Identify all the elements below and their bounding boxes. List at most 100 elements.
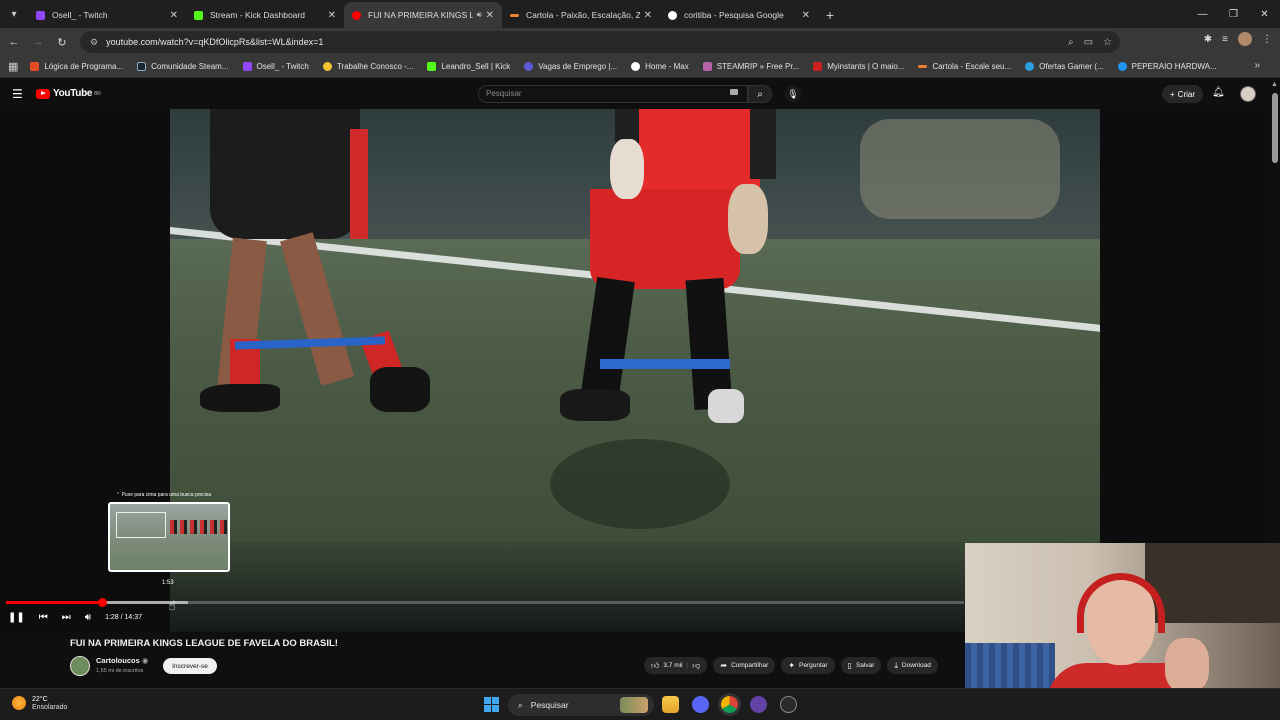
channel-name[interactable]: Cartoloucos ◉ — [96, 656, 148, 665]
tab-twitch[interactable]: Osell_ - Twitch ✕ — [28, 2, 186, 28]
keyboard-icon[interactable] — [730, 89, 738, 95]
create-button[interactable]: + Criar — [1162, 85, 1204, 103]
restore-icon[interactable]: ❐ — [1218, 0, 1249, 28]
hamburger-menu-icon[interactable]: ☰ — [12, 87, 23, 101]
bookmark-icon: ▯ — [847, 661, 852, 670]
volume-icon[interactable]: 🔊︎ — [85, 612, 91, 623]
twitch-app-icon[interactable] — [750, 696, 767, 713]
bookmark-item[interactable]: PEPERAIO HARDWA... — [1117, 62, 1217, 71]
taskbar-search[interactable]: ⌕ Pesquisar — [508, 694, 654, 716]
seek-preview-time: 1:53 — [162, 580, 174, 586]
voice-search-icon[interactable]: 🎙︎ — [784, 85, 802, 103]
player-glove-right — [728, 184, 768, 254]
more-bookmarks-icon[interactable]: » — [1254, 60, 1260, 71]
weather-widget[interactable]: 22°C Ensolarado — [12, 695, 67, 711]
video-shadow — [550, 439, 730, 529]
forward-icon[interactable]: → — [26, 30, 50, 54]
bookmark-item[interactable]: Comunidade Steam... — [137, 62, 229, 71]
scroll-up-icon[interactable]: ▲ — [1271, 81, 1278, 88]
tab-google[interactable]: coritiba - Pesquisa Google ✕ — [660, 2, 818, 28]
url-text: youtube.com/watch?v=qKDfOlicpRs&list=WL&… — [106, 37, 324, 47]
channel-avatar[interactable] — [70, 656, 90, 676]
menu-kebab-icon[interactable]: ⋮ — [1262, 34, 1272, 45]
youtube-search-input[interactable]: Pesquisar — [478, 85, 748, 103]
save-button[interactable]: ▯ Salvar — [840, 657, 882, 674]
bookmark-item[interactable]: Vagas de Emprego |... — [524, 62, 617, 71]
preview-goal-net — [116, 512, 166, 538]
tab-cartola[interactable]: Cartola - Paixão, Escalação, Zo ✕ — [502, 2, 660, 28]
close-window-icon[interactable]: ✕ — [1249, 0, 1280, 28]
close-icon[interactable]: ✕ — [802, 10, 810, 21]
sun-icon — [12, 696, 26, 710]
share-icon: ➦ — [720, 661, 728, 670]
player-controls: ❚❚ ⏮ ⏭ 🔊︎ 1:28 / 14:37 — [8, 609, 142, 625]
bookmark-item[interactable]: STEAMRIP » Free Pr... — [702, 62, 799, 71]
like-button[interactable]: 👍︎ 3,7 mil | 👎︎ — [644, 657, 708, 674]
extensions-icon[interactable]: ✱ — [1204, 34, 1212, 45]
bookmark-favicon-icon — [322, 62, 332, 71]
close-icon[interactable]: ✕ — [644, 10, 652, 21]
speaker-icon[interactable]: 🔊︎ — [477, 10, 482, 20]
scrollbar-thumb[interactable] — [1272, 93, 1278, 163]
bookmark-item[interactable]: Osell_ - Twitch — [242, 62, 309, 71]
close-icon[interactable]: ✕ — [328, 10, 336, 21]
account-avatar[interactable] — [1240, 86, 1256, 102]
file-explorer-icon[interactable] — [662, 696, 679, 713]
apps-grid-icon[interactable]: ▦ — [8, 60, 18, 73]
zoom-icon[interactable]: ⌕ — [1068, 37, 1074, 48]
kick-favicon-icon — [194, 10, 203, 20]
cast-icon[interactable]: ▭ — [1084, 37, 1093, 48]
tab-kick[interactable]: Stream - Kick Dashboard ✕ — [186, 2, 344, 28]
pause-icon[interactable]: ❚❚ — [8, 612, 25, 623]
windows-start-icon[interactable] — [484, 697, 499, 712]
minimize-icon[interactable]: — — [1187, 0, 1218, 28]
bookmark-item[interactable]: Trabalhe Conosco -... — [322, 62, 413, 71]
search-highlight-image — [620, 697, 648, 713]
bookmark-item[interactable]: Myinstants | O maio... — [813, 62, 904, 71]
reading-list-icon[interactable]: ≡ — [1222, 34, 1228, 45]
site-info-icon[interactable]: ⚙ — [90, 37, 98, 48]
steam-icon[interactable] — [780, 696, 797, 713]
share-button[interactable]: ➦ Compartilhar — [713, 657, 776, 674]
bookmark-item[interactable]: Lógica de Programa... — [30, 62, 123, 71]
download-icon: ⤓ — [894, 660, 898, 670]
omnibox-actions: ⌕ ▭ ☆ — [1068, 31, 1112, 53]
thumbs-up-icon: 👍︎ — [651, 660, 660, 670]
notifications-bell-icon[interactable]: 🔔︎ — [1212, 87, 1225, 98]
ask-button[interactable]: ✦ Perguntar — [781, 657, 835, 674]
tab-search-icon[interactable]: ▾ — [0, 0, 28, 28]
seek-bar[interactable] — [6, 598, 964, 607]
tab-title: coritiba - Pesquisa Google — [684, 10, 784, 20]
new-tab-button[interactable]: + — [818, 2, 842, 28]
close-icon[interactable]: ✕ — [170, 10, 178, 21]
next-icon[interactable]: ⏭ — [62, 612, 71, 623]
search-button[interactable]: ⌕ — [748, 85, 772, 103]
tab-youtube-active[interactable]: FUI NA PRIMEIRA KINGS LE 🔊︎ ✕ — [344, 2, 502, 28]
thumbs-down-icon[interactable]: 👎︎ — [692, 661, 700, 671]
bookmark-favicon-icon — [631, 62, 641, 71]
previous-icon[interactable]: ⏮ — [39, 612, 48, 623]
profile-avatar-icon[interactable] — [1238, 32, 1252, 46]
windows-taskbar: 22°C Ensolarado ⌕ Pesquisar — [0, 688, 1280, 720]
subscribe-button[interactable]: Inscrever-se — [163, 658, 217, 674]
video-frame[interactable] — [170, 109, 1100, 542]
download-button[interactable]: ⤓ Download — [887, 657, 938, 674]
bookmark-favicon-icon — [242, 62, 252, 71]
back-icon[interactable]: ← — [2, 30, 26, 54]
bookmark-item[interactable]: Cartola - Escale seu... — [918, 62, 1011, 71]
video-frame-lower[interactable] — [170, 542, 1100, 632]
player-glove-left — [610, 139, 644, 199]
youtube-logo[interactable]: YouTube BR — [36, 88, 101, 99]
bookmark-item[interactable]: Ofertas Gamer (... — [1025, 62, 1104, 71]
seek-bar-scrubber[interactable] — [97, 598, 107, 607]
tab-title: Cartola - Paixão, Escalação, Zo — [526, 10, 640, 20]
address-bar[interactable]: ⚙ youtube.com/watch?v=qKDfOlicpRs&list=W… — [80, 31, 1120, 53]
close-icon[interactable]: ✕ — [486, 10, 494, 21]
bookmark-item[interactable]: Leandro_Sell | Kick — [427, 62, 510, 71]
bookmark-item[interactable]: Home - Max — [631, 62, 689, 71]
bookmark-star-icon[interactable]: ☆ — [1103, 37, 1112, 48]
reload-icon[interactable]: ↻ — [50, 30, 74, 54]
youtube-masthead: ☰ YouTube BR Pesquisar ⌕ 🎙︎ + Criar 🔔︎ — [0, 79, 1280, 109]
discord-icon[interactable] — [692, 696, 709, 713]
chrome-icon[interactable] — [721, 696, 738, 713]
